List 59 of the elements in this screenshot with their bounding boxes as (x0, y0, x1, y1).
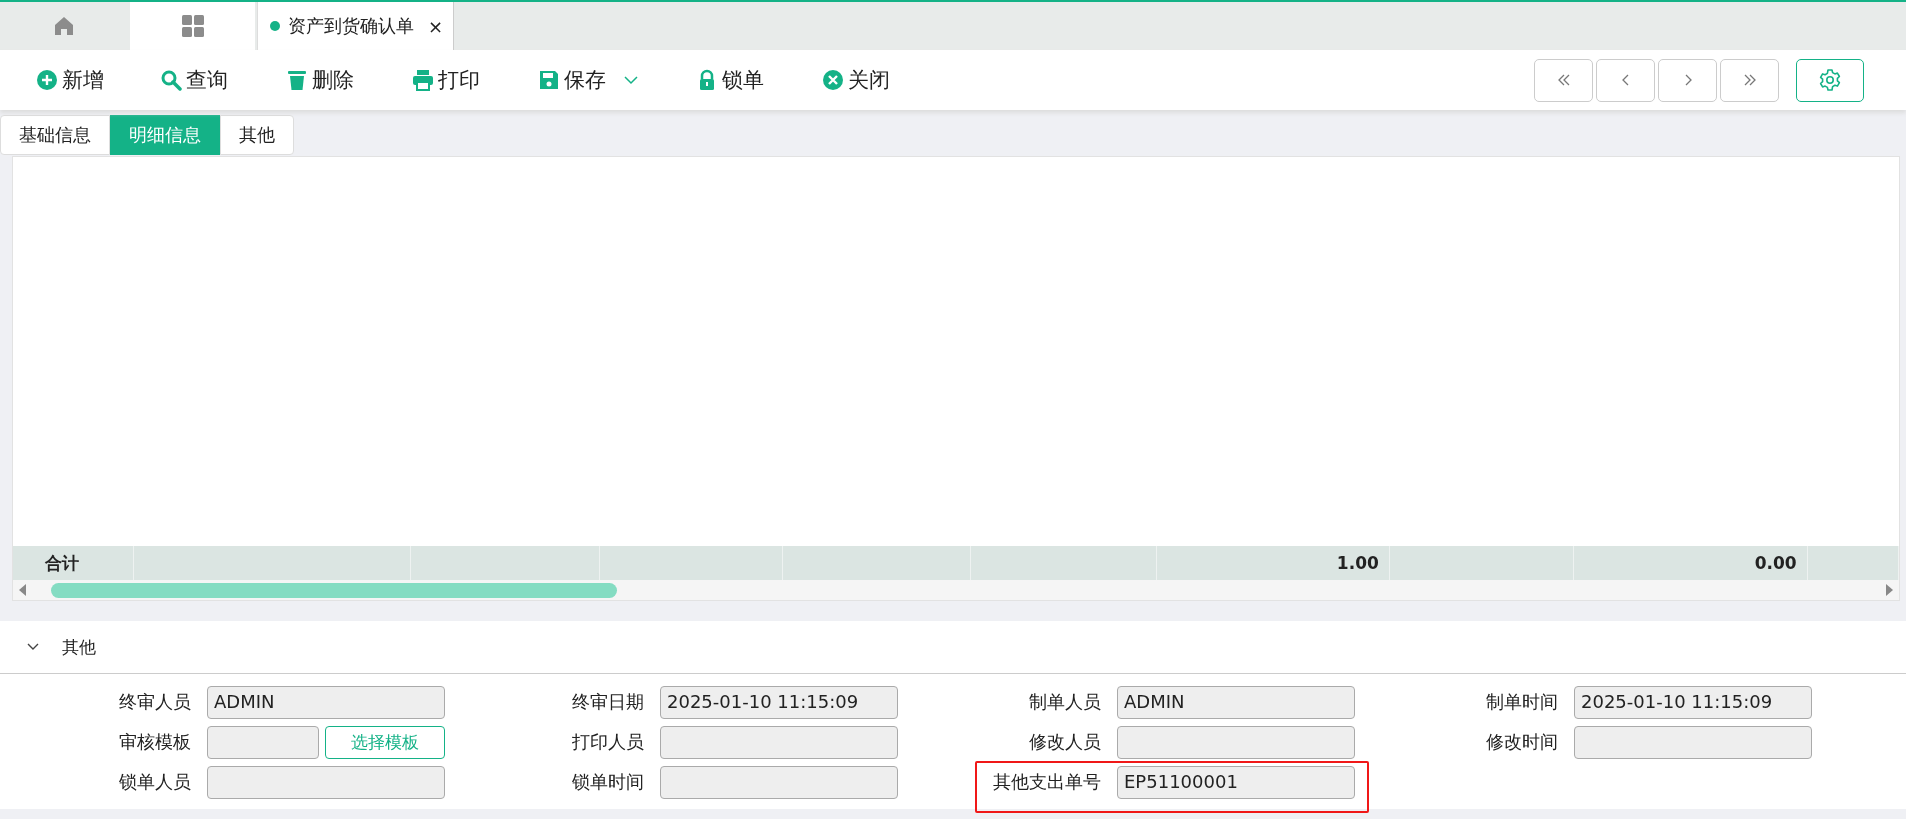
tab-title: 资产到货确认单 (288, 14, 414, 38)
lock-icon (700, 69, 714, 90)
add-button[interactable]: 新增 (30, 62, 110, 98)
field-label: 终审日期 (571, 690, 644, 714)
input-field[interactable]: ADMIN (207, 685, 445, 719)
trash-icon (288, 71, 306, 90)
field-label: 锁单时间 (571, 770, 644, 794)
home-icon (53, 15, 75, 37)
input-field[interactable] (207, 725, 319, 759)
input-field[interactable] (660, 765, 898, 799)
save-button[interactable]: 保存 (532, 62, 644, 98)
plus-circle-icon (37, 70, 57, 90)
field-label: 修改时间 (1485, 730, 1558, 754)
field-label: 其他支出单号 (992, 770, 1101, 794)
section-tab[interactable]: 基础信息 (0, 115, 110, 155)
printer-icon (413, 70, 433, 91)
input-field[interactable] (1574, 725, 1812, 759)
field-label: 制单时间 (1485, 690, 1558, 714)
grid-icon (180, 14, 205, 38)
input-field[interactable]: 2025-01-10 11:15:09 (1574, 685, 1812, 719)
horizontal-scrollbar[interactable] (13, 580, 1899, 600)
total-value: 0.00 (1754, 553, 1797, 573)
delete-button[interactable]: 删除 (280, 62, 360, 98)
field-label: 审核模板 (118, 730, 191, 754)
first-page-button[interactable] (1534, 58, 1593, 102)
section-tab[interactable]: 其他 (220, 115, 294, 155)
input-field[interactable] (1117, 725, 1355, 759)
status-dot-icon (270, 21, 280, 31)
settings-button[interactable] (1796, 58, 1864, 102)
scroll-right-icon (1885, 583, 1895, 597)
print-button[interactable]: 打印 (406, 62, 486, 98)
field-label: 打印人员 (571, 730, 644, 754)
field-label: 终审人员 (118, 690, 191, 714)
input-field[interactable] (660, 725, 898, 759)
close-circle-icon (823, 70, 843, 90)
prev-page-button[interactable] (1596, 58, 1655, 102)
search-button[interactable]: 查询 (154, 62, 234, 98)
next-page-button[interactable] (1658, 58, 1717, 102)
total-value: 1.00 (1336, 553, 1379, 573)
search-icon (161, 70, 182, 91)
scroll-left-icon (17, 583, 27, 597)
settings-icon (1818, 68, 1842, 92)
field-label: 锁单人员 (118, 770, 191, 794)
caret-icon[interactable] (624, 75, 638, 85)
chevron-icon (26, 642, 40, 652)
input-field[interactable] (207, 765, 445, 799)
scrollbar-thumb[interactable] (51, 583, 617, 598)
close-icon[interactable]: × (428, 15, 444, 37)
input-field[interactable]: EP51100001 (1117, 765, 1355, 799)
lock-button[interactable]: 锁单 (690, 62, 770, 98)
document-tab[interactable]: 资产到货确认单 × (257, 2, 455, 50)
grid-tab[interactable] (130, 2, 255, 50)
input-field[interactable]: 2025-01-10 11:15:09 (660, 685, 898, 719)
input-field[interactable]: ADMIN (1117, 685, 1355, 719)
field-label: 修改人员 (1028, 730, 1101, 754)
field-label: 制单人员 (1028, 690, 1101, 714)
close-button[interactable]: 关闭 (816, 62, 896, 98)
last-page-button[interactable] (1720, 58, 1779, 102)
section-header[interactable]: 其他 (0, 621, 1906, 674)
